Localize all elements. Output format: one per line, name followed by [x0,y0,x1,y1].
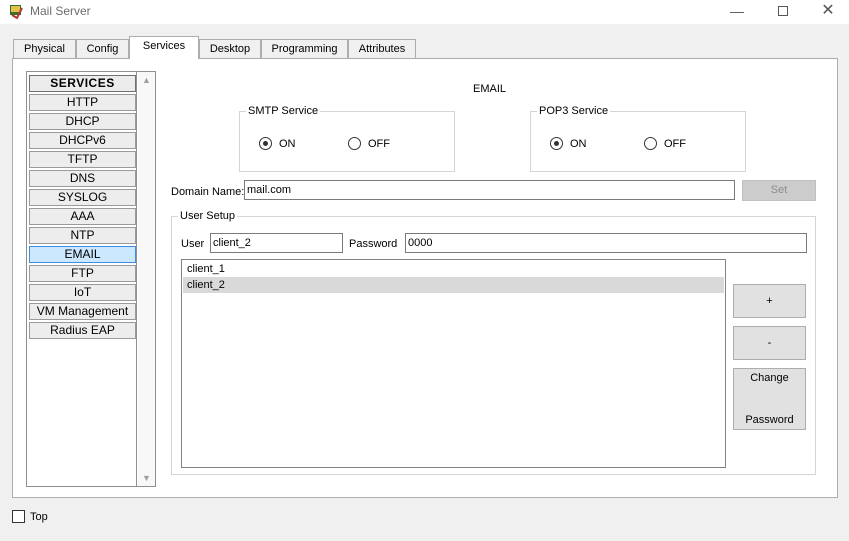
top-checkbox[interactable] [12,510,25,523]
tab-physical[interactable]: Physical [13,39,76,59]
tab-config[interactable]: Config [76,39,129,59]
set-button[interactable]: Set [742,180,816,201]
top-label: Top [30,511,48,523]
window-title: Mail Server [30,4,91,18]
close-icon: ✕ [821,2,835,19]
remove-user-button[interactable]: - [733,326,806,360]
change-password-line-1: Change [750,372,789,384]
tab-desktop[interactable]: Desktop [199,39,261,59]
sidebar-item-dhcp[interactable]: DHCP [29,113,136,130]
smtp-on-label: ON [279,138,296,150]
smtp-on-radio[interactable] [259,137,272,150]
pop3-off-radio[interactable] [644,137,657,150]
user-label: User [181,238,205,250]
sidebar-item-iot[interactable]: IoT [29,284,136,301]
maximize-button[interactable] [760,0,806,24]
sidebar-item-syslog[interactable]: SYSLOG [29,189,136,206]
services-header: SERVICES [29,75,136,92]
minimize-icon: — [730,3,744,19]
user-list-item[interactable]: client_1 [183,261,724,277]
services-sidebar: SERVICES HTTP DHCP DHCPv6 TFTP DNS SYSLO… [26,71,156,487]
smtp-service-group: SMTP Service ON OFF [239,105,455,172]
services-panel: SERVICES HTTP DHCP DHCPv6 TFTP DNS SYSLO… [12,58,838,498]
scroll-up-icon[interactable]: ▲ [138,72,155,88]
domain-name-label: Domain Name: [171,186,245,198]
sidebar-item-tftp[interactable]: TFTP [29,151,136,168]
minimize-button[interactable]: — [714,0,760,24]
sidebar-item-dns[interactable]: DNS [29,170,136,187]
sidebar-item-aaa[interactable]: AAA [29,208,136,225]
smtp-service-label: SMTP Service [246,105,321,118]
user-setup-group: User Setup User client_2 Password 0000 c… [171,210,816,475]
close-button[interactable]: ✕ [805,0,849,24]
sidebar-item-vm-management[interactable]: VM Management [29,303,136,320]
maximize-icon [778,6,788,16]
tab-programming[interactable]: Programming [261,39,348,59]
sidebar-item-ntp[interactable]: NTP [29,227,136,244]
password-field[interactable]: 0000 [405,233,807,253]
user-setup-label: User Setup [178,210,238,223]
user-field[interactable]: client_2 [210,233,343,253]
pop3-service-group: POP3 Service ON OFF [530,105,746,172]
services-list: SERVICES HTTP DHCP DHCPv6 TFTP DNS SYSLO… [27,72,137,486]
pop3-on-radio[interactable] [550,137,563,150]
pop3-service-label: POP3 Service [537,105,611,118]
sidebar-item-http[interactable]: HTTP [29,94,136,111]
tab-attributes[interactable]: Attributes [348,39,416,59]
sidebar-item-email[interactable]: EMAIL [29,246,136,263]
smtp-off-radio[interactable] [348,137,361,150]
add-user-button[interactable]: + [733,284,806,318]
smtp-off-label: OFF [368,138,390,150]
title-bar: Mail Server — ✕ [0,0,849,24]
password-label: Password [349,238,398,250]
pop3-on-label: ON [570,138,587,150]
user-list[interactable]: client_1 client_2 [181,259,726,468]
email-title: EMAIL [473,83,507,95]
tab-services[interactable]: Services [129,36,199,59]
user-list-item-selected[interactable]: client_2 [183,277,724,293]
sidebar-item-ftp[interactable]: FTP [29,265,136,282]
sidebar-item-radius-eap[interactable]: Radius EAP [29,322,136,339]
change-password-line-2: Password [745,414,794,426]
change-password-button[interactable]: Change Password [733,368,806,430]
sidebar-scrollbar[interactable]: ▲ ▼ [138,72,155,486]
pop3-off-label: OFF [664,138,686,150]
scroll-down-icon[interactable]: ▼ [138,470,155,486]
domain-name-field[interactable]: mail.com [244,180,735,200]
app-icon [10,5,23,19]
sidebar-item-dhcpv6[interactable]: DHCPv6 [29,132,136,149]
